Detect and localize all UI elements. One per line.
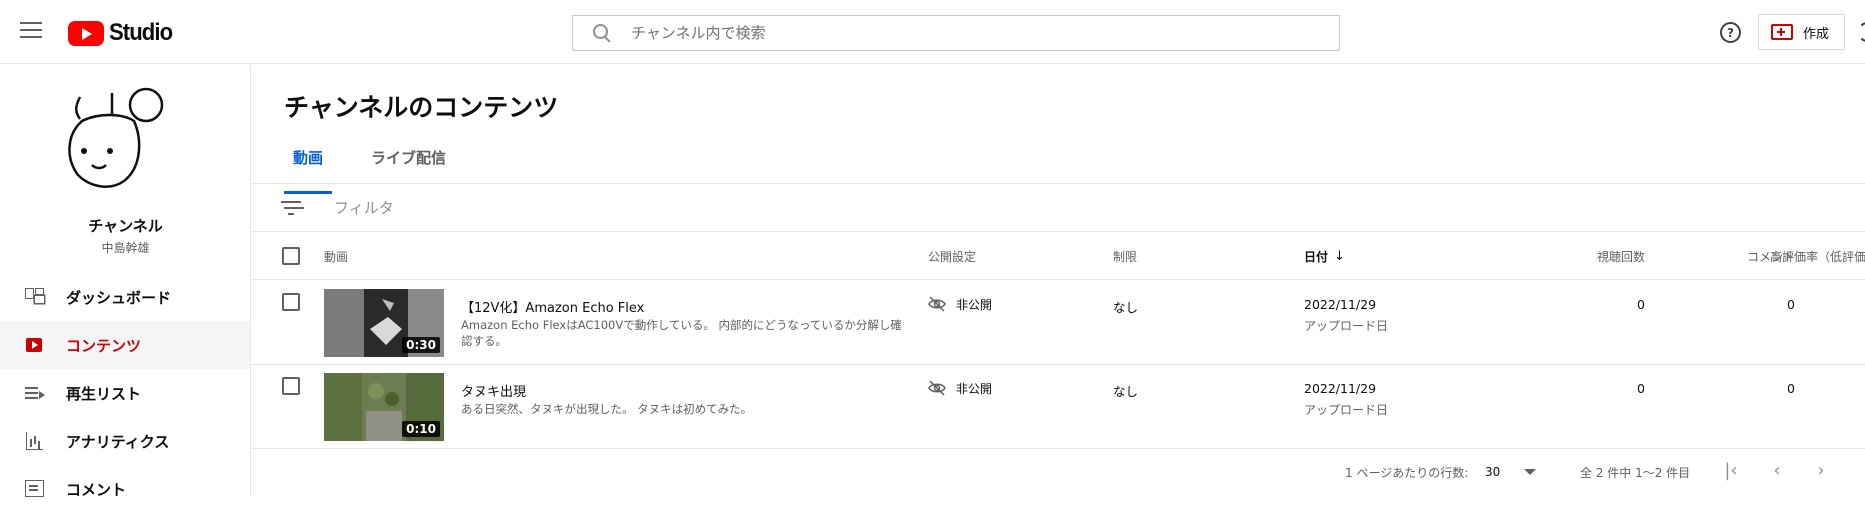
table-header: 動画 公開設定 制限 日付 ↓ 視聴回数 コメント 高評価率（低評価 <box>251 232 1865 280</box>
page-range: 全 2 件中 1〜2 件目 <box>1580 466 1691 480</box>
account-icon[interactable] <box>1858 22 1865 42</box>
views-value: 0 <box>1637 297 1645 312</box>
video-description: ある日突然、タヌキが出現した。 タヌキは初めてみた。 <box>461 402 753 416</box>
table-row[interactable]: 0:30 【12V化】Amazon Echo Flex Amazon Echo … <box>251 281 1865 365</box>
filter-label[interactable]: フィルタ <box>334 197 394 218</box>
sidebar-item-analytics[interactable]: アナリティクス <box>0 417 250 465</box>
visibility-dropdown[interactable]: 非公開 <box>928 295 992 313</box>
content-icon <box>22 333 46 357</box>
analytics-icon <box>22 429 46 453</box>
help-icon[interactable]: ? <box>1720 22 1741 43</box>
visibility-value: 非公開 <box>956 297 993 312</box>
create-video-icon <box>1771 24 1793 40</box>
video-duration: 0:30 <box>402 337 440 353</box>
next-page-icon[interactable]: › <box>1811 462 1831 482</box>
table-row[interactable]: 0:10 タヌキ出現 ある日突然、タヌキが出現した。 タヌキは初めてみた。 非公… <box>251 365 1865 449</box>
chevron-down-icon <box>1524 469 1537 475</box>
restrictions-value: なし <box>1113 300 1139 315</box>
channel-avatar[interactable] <box>62 87 172 197</box>
sidebar: チャンネル 中島幹雄 ダッシュボード コンテンツ 再生リスト アナリティクス コ… <box>0 65 251 499</box>
column-restrictions: 制限 <box>1113 249 1138 264</box>
top-header: Studio ? 作成 <box>0 0 1865 64</box>
comment-icon <box>22 477 46 501</box>
sort-down-icon: ↓ <box>1334 248 1345 264</box>
rows-per-page-label: 1 ページあたりの行数: <box>1345 466 1469 480</box>
channel-handle: 中島幹雄 <box>101 241 150 255</box>
youtube-logo-icon <box>68 20 104 46</box>
eye-off-icon <box>928 380 946 396</box>
logo-text: Studio <box>109 19 173 46</box>
sidebar-item-label: コンテンツ <box>66 336 142 355</box>
search-icon <box>591 22 613 44</box>
column-visibility: 公開設定 <box>928 249 977 264</box>
filter-bar[interactable]: フィルタ <box>251 184 1865 232</box>
studio-logo[interactable]: Studio <box>68 19 178 47</box>
sidebar-nav: ダッシュボード コンテンツ 再生リスト アナリティクス コメント <box>0 273 250 513</box>
comments-value: 0 <box>1787 297 1795 312</box>
video-title[interactable]: タヌキ出現 <box>461 381 526 400</box>
row-checkbox[interactable] <box>282 293 300 311</box>
column-views: 視聴回数 <box>1596 249 1645 264</box>
create-button-label: 作成 <box>1803 26 1830 42</box>
pagination-bar: 1 ページあたりの行数: 30 全 2 件中 1〜2 件目 |‹ ‹ › <box>251 448 1865 496</box>
video-title[interactable]: 【12V化】Amazon Echo Flex <box>461 297 644 316</box>
sidebar-item-label: ダッシュボード <box>66 288 172 307</box>
video-description: Amazon Echo FlexはAC100Vで動作している。 内部的にどうなっ… <box>461 318 902 348</box>
date-type: アップロード日 <box>1304 403 1389 417</box>
comments-value: 0 <box>1787 381 1795 396</box>
filter-icon[interactable] <box>281 200 301 215</box>
sidebar-item-playlists[interactable]: 再生リスト <box>0 369 250 417</box>
rows-per-page-value: 30 <box>1485 465 1501 479</box>
visibility-value: 非公開 <box>956 381 993 396</box>
restrictions-value: なし <box>1113 384 1139 399</box>
first-page-icon[interactable]: |‹ <box>1721 462 1741 482</box>
column-date-label: 日付 <box>1304 249 1329 264</box>
video-thumbnail[interactable]: 0:10 <box>324 373 444 441</box>
eye-off-icon <box>928 296 946 312</box>
prev-page-icon[interactable]: ‹ <box>1767 462 1787 482</box>
search-input[interactable] <box>631 24 1311 42</box>
sidebar-item-content[interactable]: コンテンツ <box>0 321 250 369</box>
sidebar-item-dashboard[interactable]: ダッシュボード <box>0 273 250 321</box>
select-all-checkbox[interactable] <box>282 247 300 265</box>
sidebar-item-label: アナリティクス <box>66 432 170 451</box>
sidebar-item-comments[interactable]: コメント <box>0 465 250 513</box>
channel-name: チャンネル <box>88 217 163 235</box>
date-type: アップロード日 <box>1304 319 1389 333</box>
visibility-dropdown[interactable]: 非公開 <box>928 379 992 397</box>
main-content: チャンネルのコンテンツ 動画 ライブ配信 フィルタ 動画 公開設定 制限 日付 … <box>251 65 1865 496</box>
date-value: 2022/11/29 <box>1304 381 1377 396</box>
column-video: 動画 <box>324 249 349 264</box>
sidebar-item-label: 再生リスト <box>66 384 142 403</box>
views-value: 0 <box>1637 381 1645 396</box>
create-button[interactable]: 作成 <box>1758 14 1845 50</box>
column-date[interactable]: 日付 ↓ <box>1304 232 1345 280</box>
date-value: 2022/11/29 <box>1304 297 1377 312</box>
playlist-icon <box>22 381 46 405</box>
row-checkbox[interactable] <box>282 377 300 395</box>
sidebar-item-label: コメント <box>66 480 127 499</box>
search-box[interactable] <box>572 15 1340 51</box>
menu-icon[interactable] <box>20 22 42 40</box>
page-title: チャンネルのコンテンツ <box>284 93 559 122</box>
rows-per-page-select[interactable]: 30 <box>1485 458 1567 486</box>
video-duration: 0:10 <box>402 421 440 437</box>
video-thumbnail[interactable]: 0:30 <box>324 289 444 357</box>
column-likes: 高評価率（低評価 <box>1770 249 1865 264</box>
dashboard-icon <box>22 285 46 309</box>
